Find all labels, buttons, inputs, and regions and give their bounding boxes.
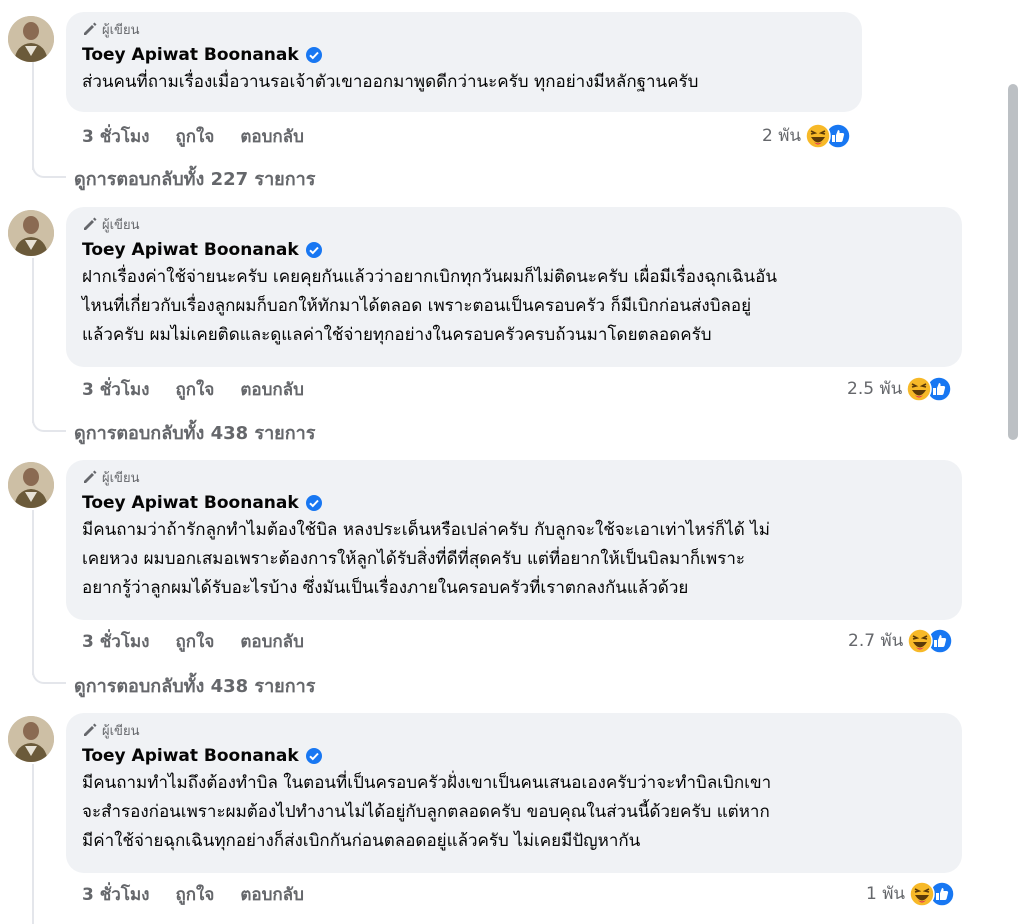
comment-line: ไหนที่เกี่ยวกับเรื่องลูกผมก็บอกให้ทักมาไ… (82, 296, 752, 316)
author-badge-label: ผู้เขียน (102, 217, 140, 233)
comment-line: มีค่าใช้จ่ายฉุกเฉินทุกอย่างก็ส่งเบิกกันก… (82, 831, 641, 851)
avatar[interactable] (8, 716, 54, 762)
comment-actions: 3 ชั่วโมง ถูกใจ ตอบกลับ (82, 882, 304, 906)
avatar-photo (8, 716, 54, 762)
comment-actions: 3 ชั่วโมง ถูกใจ ตอบกลับ (82, 124, 304, 148)
avatar-photo (8, 16, 54, 62)
like-button[interactable]: ถูกใจ (175, 123, 214, 150)
author-badge: ผู้เขียน (82, 215, 948, 233)
author-badge: ผู้เขียน (82, 468, 948, 486)
author-badge-label: ผู้เขียน (102, 470, 140, 486)
reply-button[interactable]: ตอบกลับ (240, 881, 304, 908)
reaction-count: 2.5 พัน (847, 379, 903, 399)
verified-badge-icon (305, 748, 322, 764)
reply-button[interactable]: ตอบกลับ (240, 123, 304, 150)
thread-connector (32, 670, 66, 684)
author-name[interactable]: Toey Apiwat Boonanak (82, 239, 299, 261)
comment-time[interactable]: 3 ชั่วโมง (82, 881, 149, 908)
avatar-photo (8, 210, 54, 256)
reaction-summary[interactable]: 2.5 พัน (847, 375, 953, 402)
comment-bubble: ผู้เขียน Toey Apiwat Boonanak มีคนถามทำไ… (66, 713, 962, 873)
author-name[interactable]: Toey Apiwat Boonanak (82, 44, 299, 66)
comment-time[interactable]: 3 ชั่วโมง (82, 376, 149, 403)
thread-line (32, 62, 34, 170)
pencil-icon (84, 217, 97, 230)
thread-line (32, 764, 34, 924)
comment-line: อยากรู้ว่าลูกผมได้รับอะไรบ้าง ซึ่งมันเป็… (82, 578, 689, 598)
comment-text: ส่วนคนที่ถามเรื่องเมื่อวานรอเจ้าตัวเขาออ… (82, 68, 848, 97)
avatar-photo (8, 462, 54, 508)
author-name[interactable]: Toey Apiwat Boonanak (82, 492, 299, 514)
view-replies-link[interactable]: ดูการตอบกลับทั้ง 227 รายการ (74, 164, 315, 193)
pencil-icon (84, 470, 97, 483)
like-button[interactable]: ถูกใจ (175, 881, 214, 908)
comment-line: แล้วครับ ผมไม่เคยติดและดูแลค่าใช้จ่ายทุก… (82, 325, 712, 345)
like-button[interactable]: ถูกใจ (175, 628, 214, 655)
reaction-summary[interactable]: 2.7 พัน (848, 627, 954, 654)
haha-reaction-icon (907, 627, 934, 654)
comment-line: มีคนถามทำไมถึงต้องทำบิล ในตอนที่เป็นครอบ… (82, 773, 772, 793)
reaction-count: 2 พัน (762, 126, 802, 146)
comment-line: ฝากเรื่องค่าใช้จ่ายนะครับ เคยคุยกันแล้วว… (82, 267, 777, 287)
reaction-summary[interactable]: 2 พัน (762, 122, 851, 149)
verified-badge-icon (305, 242, 322, 258)
avatar[interactable] (8, 462, 54, 508)
comment-actions: 3 ชั่วโมง ถูกใจ ตอบกลับ (82, 377, 304, 401)
comment-text: มีคนถามทำไมถึงต้องทำบิล ในตอนที่เป็นครอบ… (82, 769, 948, 856)
thread-line (32, 258, 34, 423)
comment-line: เคยหวง ผมบอกเสมอเพราะต้องการให้ลูกได้รับ… (82, 549, 745, 569)
comment-bubble: ผู้เขียน Toey Apiwat Boonanak ฝากเรื่องค… (66, 207, 962, 367)
scrollbar-thumb[interactable] (1008, 84, 1018, 440)
thread-connector (32, 418, 66, 432)
comment-line: มีคนถามว่าถ้ารักลูกทำไมต้องใช้บิล หลงประ… (82, 520, 770, 540)
comment-line: ส่วนคนที่ถามเรื่องเมื่อวานรอเจ้าตัวเขาออ… (82, 72, 699, 92)
verified-badge-icon (305, 495, 322, 511)
view-replies-link[interactable]: ดูการตอบกลับทั้ง 438 รายการ (74, 671, 315, 700)
haha-reaction-icon (909, 880, 935, 907)
comment-line: จะสำรองก่อนเพราะผมต้องไปทำงานไม่ได้อยู่ก… (82, 802, 770, 822)
haha-reaction-icon (805, 122, 831, 149)
reaction-count: 2.7 พัน (848, 631, 904, 651)
reply-button[interactable]: ตอบกลับ (240, 628, 304, 655)
reply-button[interactable]: ตอบกลับ (240, 376, 304, 403)
avatar[interactable] (8, 16, 54, 62)
author-badge-label: ผู้เขียน (102, 22, 140, 38)
verified-badge-icon (305, 47, 322, 63)
author-badge: ผู้เขียน (82, 20, 848, 38)
thread-connector (32, 164, 66, 178)
comment-time[interactable]: 3 ชั่วโมง (82, 628, 149, 655)
comment-text: ฝากเรื่องค่าใช้จ่ายนะครับ เคยคุยกันแล้วว… (82, 263, 948, 350)
like-button[interactable]: ถูกใจ (175, 376, 214, 403)
comment-time[interactable]: 3 ชั่วโมง (82, 123, 149, 150)
comment-bubble: ผู้เขียน Toey Apiwat Boonanak ส่วนคนที่ถ… (66, 12, 862, 112)
author-name[interactable]: Toey Apiwat Boonanak (82, 745, 299, 767)
avatar[interactable] (8, 210, 54, 256)
reaction-summary[interactable]: 1 พัน (866, 880, 955, 907)
view-replies-link[interactable]: ดูการตอบกลับทั้ง 438 รายการ (74, 418, 315, 447)
pencil-icon (84, 723, 97, 736)
comment-actions: 3 ชั่วโมง ถูกใจ ตอบกลับ (82, 629, 304, 653)
thread-line (32, 510, 34, 675)
comment-bubble: ผู้เขียน Toey Apiwat Boonanak มีคนถามว่า… (66, 460, 962, 620)
pencil-icon (84, 22, 97, 35)
author-badge: ผู้เขียน (82, 721, 948, 739)
comment-text: มีคนถามว่าถ้ารักลูกทำไมต้องใช้บิล หลงประ… (82, 516, 948, 603)
haha-reaction-icon (906, 375, 933, 402)
author-badge-label: ผู้เขียน (102, 723, 140, 739)
reaction-count: 1 พัน (866, 884, 906, 904)
